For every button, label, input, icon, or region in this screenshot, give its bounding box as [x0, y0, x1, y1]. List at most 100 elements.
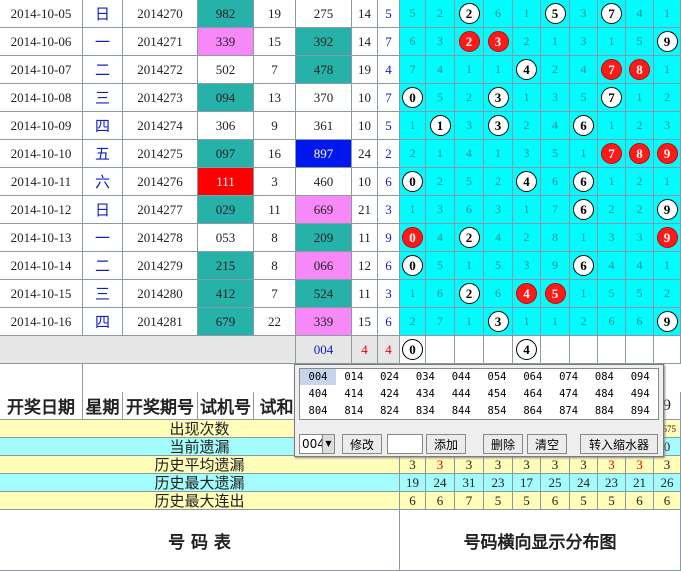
combination-option[interactable]: 014 — [336, 369, 372, 385]
distribution-cell: 5 — [626, 280, 654, 308]
distribution-cell: 1 — [570, 140, 598, 168]
combination-option[interactable]: 434 — [407, 386, 443, 402]
span-value: 15 — [352, 308, 378, 336]
combination-option[interactable]: 044 — [443, 369, 479, 385]
combination-option[interactable]: 884 — [586, 403, 622, 419]
distribution-cell: 2 — [484, 168, 513, 196]
distribution-cell: 4 — [513, 56, 541, 84]
count-value: 3 — [378, 280, 400, 308]
weekday: 二 — [83, 56, 123, 84]
omission-value: 6 — [495, 286, 501, 300]
combination-option[interactable]: 464 — [515, 386, 551, 402]
trial-number: 982 — [198, 0, 254, 28]
omission-value: 2 — [466, 90, 472, 104]
distribution-cell: 9 — [654, 224, 681, 252]
omission-value: 5 — [466, 174, 472, 188]
omission-value: 6 — [466, 202, 472, 216]
distribution-cell: 3 — [484, 308, 513, 336]
count-value: 9 — [378, 224, 400, 252]
omission-value: 2 — [437, 174, 443, 188]
omission-value: 3 — [437, 34, 443, 48]
combination-option[interactable]: 024 — [372, 369, 408, 385]
stat-value: 5 — [484, 492, 513, 510]
combination-option[interactable]: 894 — [622, 403, 658, 419]
omission-value: 1 — [523, 90, 530, 104]
distribution-cell: 5 — [541, 0, 570, 28]
combination-option[interactable]: 414 — [336, 386, 372, 402]
distribution-cell: 2 — [626, 168, 654, 196]
combination-option[interactable]: 404 — [300, 386, 336, 402]
combination-option[interactable]: 484 — [586, 386, 622, 402]
distribution-cell: 1 — [455, 56, 484, 84]
omission-value: 1 — [466, 62, 472, 76]
omission-value: 3 — [523, 258, 530, 272]
distribution-cell: 8 — [626, 140, 654, 168]
distribution-cell: 2 — [654, 280, 681, 308]
add-button[interactable]: 添加 — [426, 434, 466, 454]
delete-button[interactable]: 删除 — [483, 434, 523, 454]
winning-number: 209 — [296, 224, 352, 252]
combination-option[interactable]: 084 — [586, 369, 622, 385]
stat-value: 17 — [513, 474, 541, 492]
omission-value: 6 — [495, 6, 501, 20]
stat-value: 6 — [626, 492, 654, 510]
combination-list[interactable]: 004 014 024 034 044 054 064 074 084 094 404 414 424 4… — [299, 368, 659, 420]
count-value: 7 — [378, 84, 400, 112]
combination-option[interactable]: 064 — [515, 369, 551, 385]
distribution-cell: 1 — [570, 280, 598, 308]
trial-sum: 7 — [254, 56, 296, 84]
combination-option[interactable]: 034 — [407, 369, 443, 385]
number-ball: 6 — [573, 199, 594, 220]
distribution-cell: 2 — [400, 308, 426, 336]
combination-option[interactable]: 004 — [300, 369, 336, 385]
combination-option[interactable]: 864 — [515, 403, 551, 419]
omission-value: 4 — [437, 230, 443, 244]
combination-option[interactable]: 874 — [551, 403, 587, 419]
count-value: 3 — [378, 196, 400, 224]
chevron-down-icon[interactable]: ▼ — [322, 435, 334, 453]
combination-option[interactable]: 424 — [372, 386, 408, 402]
omission-value: 1 — [409, 286, 416, 300]
omission-value: 1 — [608, 34, 615, 48]
trial-number: 094 — [198, 84, 254, 112]
combination-option[interactable]: 494 — [622, 386, 658, 402]
combination-option[interactable]: 814 — [336, 403, 372, 419]
stat-value: 3 — [654, 456, 681, 474]
combination-option[interactable]: 474 — [551, 386, 587, 402]
omission-value: 1 — [523, 314, 530, 328]
combination-option[interactable]: 454 — [479, 386, 515, 402]
combination-option[interactable]: 824 — [372, 403, 408, 419]
clear-button[interactable]: 清空 — [527, 434, 567, 454]
winning-number: 478 — [296, 56, 352, 84]
combo-select[interactable]: 004 ▼ — [299, 434, 335, 454]
omission-value: 1 — [552, 314, 558, 328]
combination-option[interactable]: 444 — [443, 386, 479, 402]
number-ball: 0 — [402, 171, 423, 192]
number-ball: 3 — [487, 311, 509, 332]
span-value: 10 — [352, 112, 378, 140]
stat-value: 6 — [400, 492, 426, 510]
code-input[interactable] — [387, 434, 423, 454]
combination-option[interactable]: 054 — [479, 369, 515, 385]
combination-option[interactable]: 074 — [551, 369, 587, 385]
transfer-button[interactable]: 转入缩水器 — [580, 434, 658, 454]
combination-option[interactable]: 804 — [300, 403, 336, 419]
stat-value: 3 — [570, 456, 598, 474]
number-ball: 6 — [573, 115, 594, 136]
stat-value: 6 — [541, 492, 570, 510]
number-ball: 8 — [629, 143, 650, 164]
omission-value: 6 — [608, 314, 615, 328]
number-ball: 2 — [458, 3, 480, 24]
omission-value: 4 — [495, 230, 501, 244]
distribution-cell: 6 — [570, 252, 598, 280]
combination-option[interactable]: 834 — [407, 403, 443, 419]
combination-popup: 004 014 024 034 044 054 064 074 084 094 404 414 424 4… — [294, 364, 664, 457]
modify-button[interactable]: 修改 — [342, 434, 382, 454]
count-value: 6 — [378, 308, 400, 336]
combination-option[interactable]: 854 — [479, 403, 515, 419]
distribution-cell: 3 — [484, 84, 513, 112]
trial-sum: 8 — [254, 224, 296, 252]
combination-option[interactable]: 094 — [622, 369, 658, 385]
combination-option[interactable]: 844 — [443, 403, 479, 419]
distribution-cell: 4 — [426, 56, 455, 84]
